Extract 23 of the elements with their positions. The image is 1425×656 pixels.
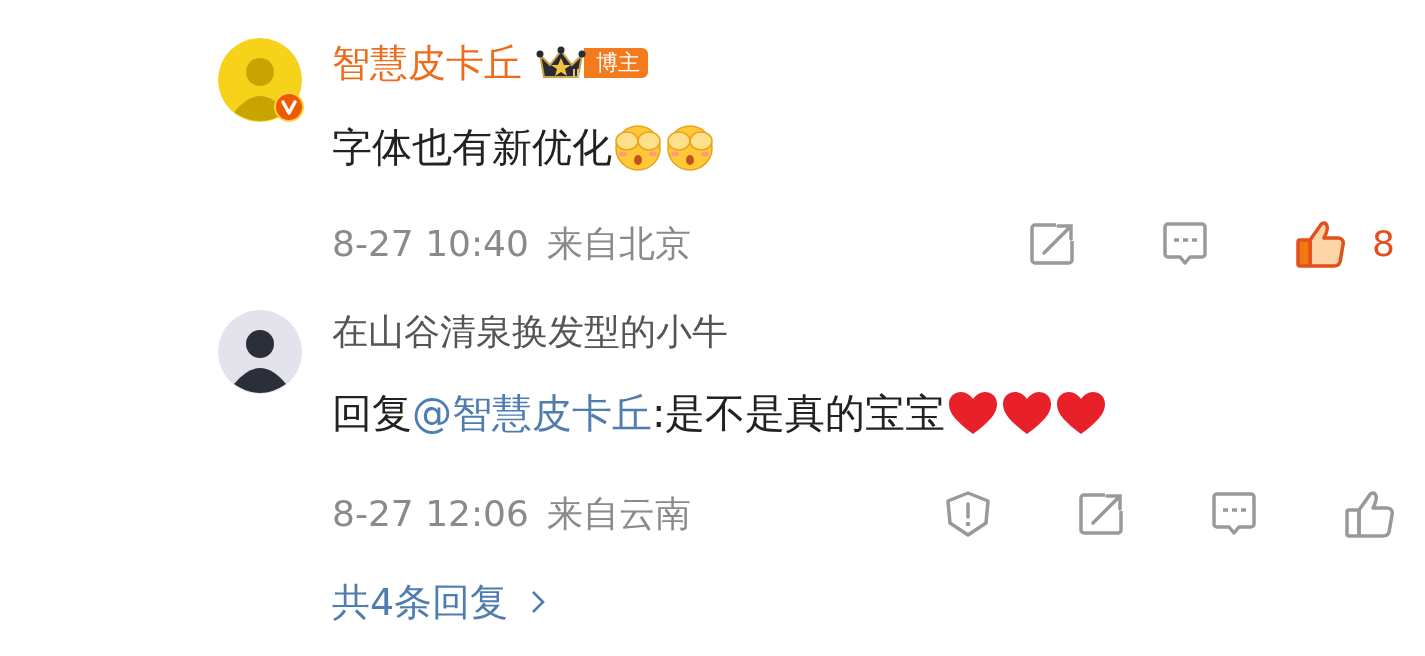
- author-name[interactable]: 在山谷清泉换发型的小牛: [332, 310, 728, 354]
- comment-button[interactable]: [1161, 221, 1210, 267]
- comment-button[interactable]: [1210, 491, 1258, 537]
- mention-link[interactable]: @智慧皮卡丘: [412, 390, 652, 436]
- heart-icon: [947, 390, 1000, 436]
- timestamp: 8-27 12:06: [332, 492, 529, 536]
- heart-icon: [1001, 390, 1054, 436]
- report-button[interactable]: [944, 489, 992, 539]
- avatar[interactable]: [218, 310, 302, 394]
- view-replies-link[interactable]: 共4条回复: [332, 580, 547, 624]
- like-button[interactable]: [1343, 488, 1395, 540]
- location: 来自北京: [546, 222, 691, 266]
- crown-icon: [536, 45, 586, 81]
- location: 来自云南: [546, 492, 691, 536]
- reply-text: 回复@智慧皮卡丘:是不是真的宝宝: [332, 389, 946, 438]
- share-button[interactable]: [1028, 221, 1077, 267]
- like-button[interactable]: 8: [1294, 218, 1395, 270]
- author-name[interactable]: 智慧皮卡丘: [332, 41, 522, 85]
- share-button[interactable]: [1077, 491, 1125, 537]
- timestamp: 8-27 10:40: [332, 222, 529, 266]
- blogger-badge: 博主: [584, 48, 648, 78]
- heart-icon: [1055, 390, 1108, 436]
- comment-text: 字体也有新优化: [332, 123, 612, 172]
